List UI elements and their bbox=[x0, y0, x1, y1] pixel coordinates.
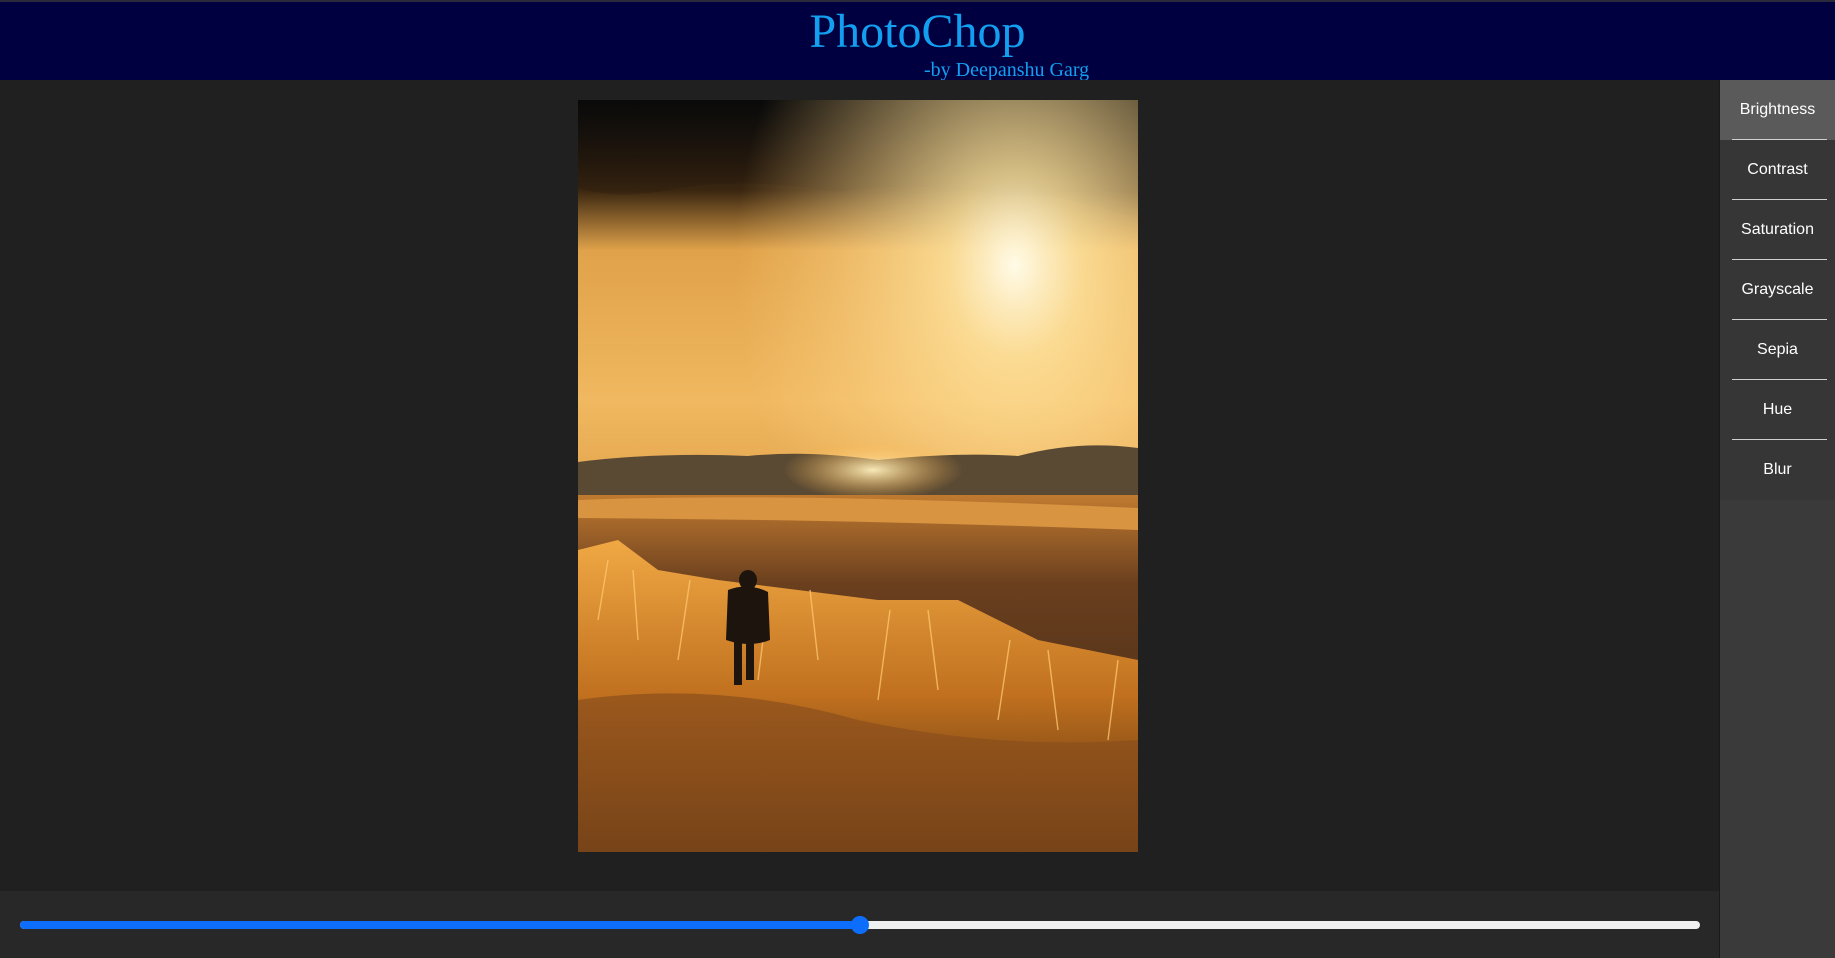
filter-button-label: Sepia bbox=[1757, 341, 1798, 358]
filter-button-grayscale[interactable]: Grayscale bbox=[1720, 260, 1835, 320]
filter-button-label: Saturation bbox=[1741, 221, 1814, 238]
filter-button-brightness[interactable]: Brightness bbox=[1720, 80, 1835, 140]
filter-sidebar: Brightness Contrast Saturation Grayscale Sep… bbox=[1719, 80, 1835, 958]
adjustment-slider-panel bbox=[0, 891, 1719, 958]
filter-button-contrast[interactable]: Contrast bbox=[1720, 140, 1835, 200]
slider-fill bbox=[20, 921, 860, 929]
filter-button-sepia[interactable]: Sepia bbox=[1720, 320, 1835, 380]
app-title: PhotoChop bbox=[809, 5, 1026, 58]
edited-photo bbox=[578, 100, 1138, 852]
filter-button-label: Contrast bbox=[1747, 161, 1808, 178]
slider-thumb[interactable] bbox=[851, 916, 869, 934]
filter-button-label: Blur bbox=[1763, 461, 1792, 478]
filter-button-label: Brightness bbox=[1739, 101, 1816, 118]
filter-button-saturation[interactable]: Saturation bbox=[1720, 200, 1835, 260]
app-header: PhotoChop -by Deepanshu Garg bbox=[0, 0, 1835, 81]
filter-button-label: Grayscale bbox=[1741, 281, 1814, 298]
filter-button-label: Hue bbox=[1762, 401, 1793, 418]
app-subtitle: -by Deepanshu Garg bbox=[924, 59, 1090, 81]
filter-button-blur[interactable]: Blur bbox=[1720, 440, 1835, 500]
filter-list: Brightness Contrast Saturation Grayscale Sep… bbox=[1720, 80, 1835, 500]
filter-button-hue[interactable]: Hue bbox=[1720, 380, 1835, 440]
